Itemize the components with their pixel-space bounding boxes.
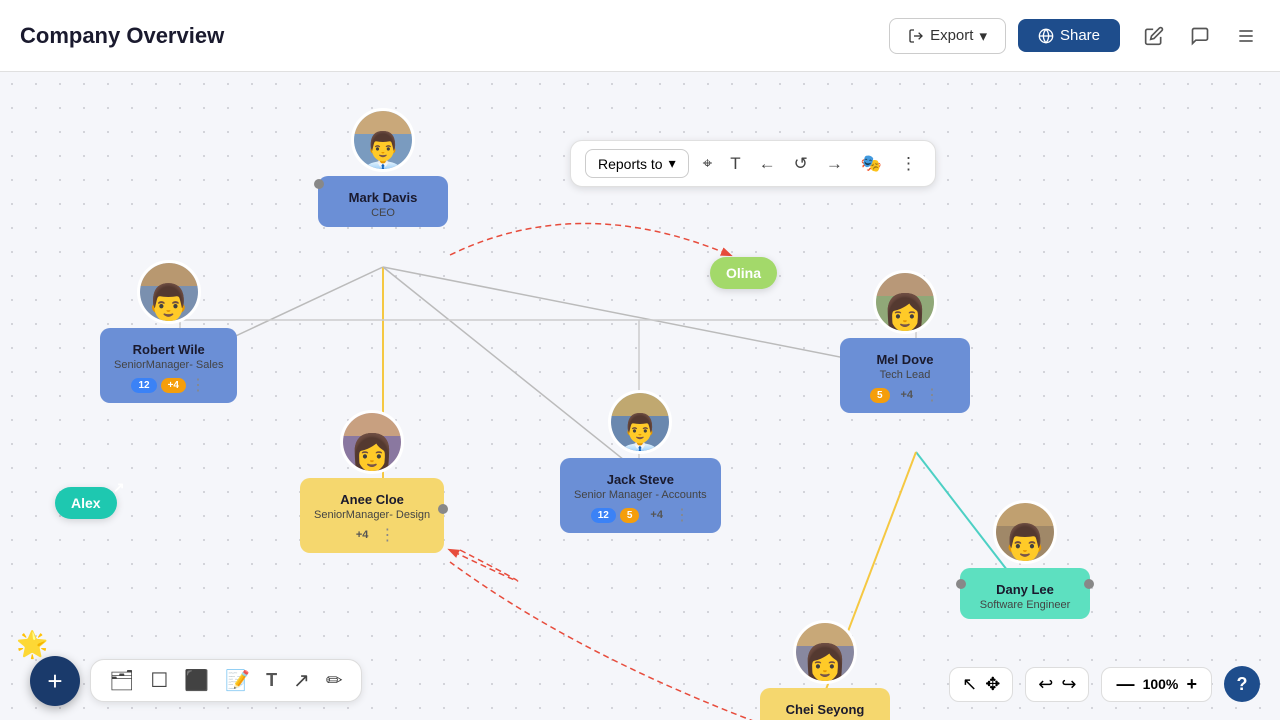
- mel-badge2: +4: [894, 387, 921, 403]
- dropdown-label: Reports to: [598, 156, 663, 172]
- robert-badge1: 12: [131, 378, 156, 393]
- help-button[interactable]: ?: [1224, 666, 1260, 702]
- jack-badge1: 12: [591, 508, 616, 523]
- zoom-control: — 100% +: [1101, 667, 1212, 702]
- arrow-right-icon[interactable]: →: [822, 152, 847, 176]
- mel-role: Tech Lead: [854, 369, 956, 381]
- layers-icon[interactable]: 🗂: [109, 668, 134, 693]
- bottom-toolbar: 🗂 ☐ ⬛ 📝 T ↗ ✏: [90, 659, 362, 702]
- jack-role: Senior Manager - Accounts: [574, 489, 707, 501]
- arrow-tool-icon[interactable]: ↗: [293, 668, 310, 693]
- globe-icon: [1038, 28, 1054, 44]
- nav-controls: ↖ ✥: [949, 667, 1013, 702]
- robert-more[interactable]: ⋮: [190, 375, 206, 395]
- node-anee-cloe[interactable]: 👩 Anee Cloe SeniorManager- Design +4 ⋮: [300, 442, 444, 553]
- jack-name: Jack Steve: [574, 472, 707, 487]
- sticky-note-icon[interactable]: 📝: [225, 668, 250, 693]
- mark-role: CEO: [332, 207, 434, 219]
- node-jack-steve[interactable]: 👨‍💼 Jack Steve Senior Manager - Accounts…: [560, 422, 721, 533]
- shape-icon[interactable]: ⬛: [184, 668, 209, 693]
- cursor-arrow-icon: ↗: [113, 479, 125, 496]
- canvas[interactable]: Reports to ▾ ⌖ T ← ↺ → 🎭 ⋮ Olina Alex ↗ …: [0, 72, 1280, 720]
- node-dany-lee[interactable]: 👨 Dany Lee Software Engineer: [960, 532, 1090, 619]
- anee-more[interactable]: ⋮: [379, 525, 395, 545]
- settings-icon[interactable]: [1232, 22, 1260, 50]
- mel-name: Mel Dove: [854, 352, 956, 367]
- export-button[interactable]: Export ▾: [889, 18, 1006, 54]
- floating-toolbar: Reports to ▾ ⌖ T ← ↺ → 🎭 ⋮: [570, 140, 936, 187]
- node-icon[interactable]: ⌖: [699, 152, 717, 176]
- zoom-level: 100%: [1140, 676, 1180, 692]
- jack-more[interactable]: ⋮: [674, 505, 690, 525]
- chei-name: Chei Seyong: [774, 702, 876, 717]
- redo-icon[interactable]: ↪: [1061, 674, 1076, 695]
- node-mel-dove[interactable]: 👩 Mel Dove Tech Lead 5 +4 ⋮: [840, 302, 970, 413]
- emoji-icon[interactable]: 🎭: [857, 152, 886, 176]
- node-chei-seyong[interactable]: 👩 Chei Seyong Senior UX Designer: [760, 652, 890, 720]
- jack-badge3: +4: [643, 507, 670, 523]
- undo-redo-controls: ↩ ↪: [1025, 667, 1089, 702]
- bottom-right-toolbar: ↖ ✥ ↩ ↪ — 100% + ?: [949, 666, 1260, 702]
- anee-role: SeniorManager- Design: [314, 509, 430, 521]
- more-icon[interactable]: ⋮: [896, 152, 921, 176]
- comment-icon[interactable]: [1186, 22, 1214, 50]
- dany-role: Software Engineer: [974, 599, 1076, 611]
- header-actions: Export ▾ Share: [889, 18, 1120, 54]
- reports-to-dropdown[interactable]: Reports to ▾: [585, 149, 689, 178]
- anee-badge1: +4: [349, 527, 376, 543]
- node-mark-davis[interactable]: 👨‍💼 Mark Davis CEO: [318, 140, 448, 227]
- undo-icon[interactable]: ↩: [1038, 674, 1053, 695]
- dropdown-chevron: ▾: [669, 155, 676, 172]
- share-button[interactable]: Share: [1018, 19, 1120, 52]
- zoom-in-icon[interactable]: +: [1186, 674, 1197, 695]
- text-tool-icon[interactable]: T: [266, 670, 277, 691]
- page-title: Company Overview: [20, 23, 889, 49]
- sticker-icon: 🌟: [16, 629, 48, 660]
- node-robert-wile[interactable]: 👨 Robert Wile SeniorManager- Sales 12 +4…: [100, 292, 237, 403]
- dany-name: Dany Lee: [974, 582, 1076, 597]
- arrow-left-icon[interactable]: ←: [755, 152, 780, 176]
- add-button[interactable]: +: [30, 656, 80, 706]
- robert-name: Robert Wile: [114, 342, 223, 357]
- olina-bubble: Olina: [710, 257, 777, 289]
- text-icon[interactable]: T: [726, 152, 744, 176]
- rectangle-icon[interactable]: ☐: [150, 668, 168, 693]
- move-icon[interactable]: ✥: [985, 674, 1000, 695]
- robert-role: SeniorManager- Sales: [114, 359, 223, 371]
- robert-badge2: +4: [161, 378, 186, 393]
- alex-bubble: Alex ↗: [55, 487, 117, 519]
- header: Company Overview Export ▾ Share: [0, 0, 1280, 72]
- cursor-icon[interactable]: ↖: [962, 674, 977, 695]
- zoom-out-icon[interactable]: —: [1116, 674, 1134, 695]
- mel-badge1: 5: [870, 388, 890, 403]
- export-icon: [908, 28, 924, 44]
- header-icon-group: [1140, 22, 1260, 50]
- anee-name: Anee Cloe: [314, 492, 430, 507]
- jack-badge2: 5: [620, 508, 640, 523]
- mark-name: Mark Davis: [332, 190, 434, 205]
- mel-more[interactable]: ⋮: [924, 385, 940, 405]
- chevron-down-icon: ▾: [979, 27, 987, 45]
- refresh-icon[interactable]: ↺: [790, 152, 812, 176]
- edit-icon[interactable]: [1140, 22, 1168, 50]
- pen-tool-icon[interactable]: ✏: [326, 668, 343, 693]
